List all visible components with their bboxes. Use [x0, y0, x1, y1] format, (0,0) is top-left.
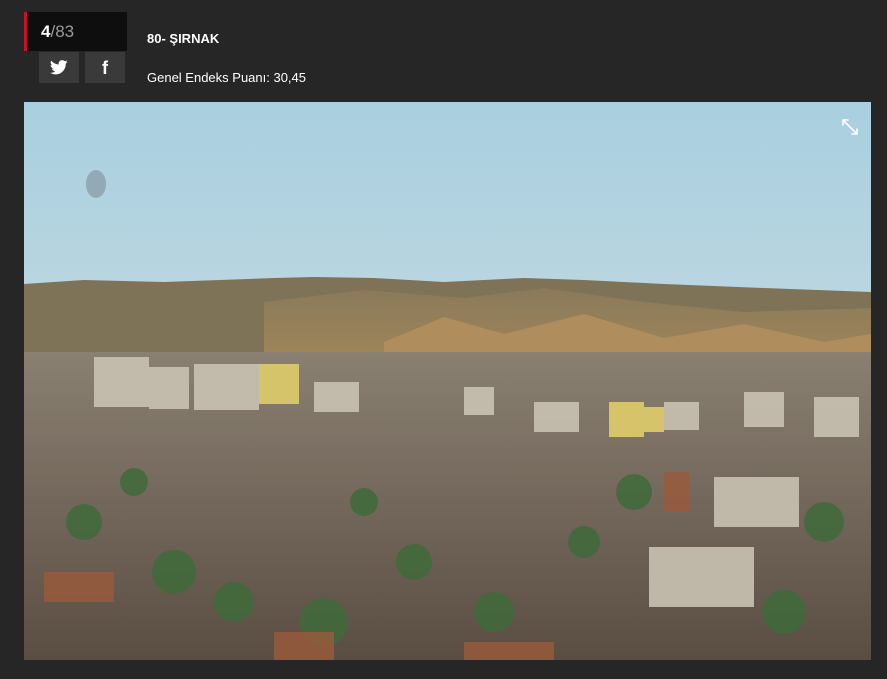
twitter-icon [50, 60, 68, 75]
expand-icon[interactable] [841, 118, 859, 136]
page-title: 80- ŞIRNAK [147, 31, 220, 46]
slide-counter: 4/83 [24, 12, 127, 51]
index-score: Genel Endeks Puanı: 30,45 [147, 70, 307, 85]
twitter-share-button[interactable] [39, 52, 79, 83]
slide-total: /83 [50, 22, 75, 41]
facebook-share-button[interactable]: f [85, 52, 125, 83]
city-photo [24, 102, 871, 660]
facebook-icon: f [102, 57, 108, 78]
city-scene-image [24, 102, 871, 660]
gallery-page: 4/83 f 80- ŞIRNAK Genel Endeks Puanı: 30… [0, 0, 887, 679]
